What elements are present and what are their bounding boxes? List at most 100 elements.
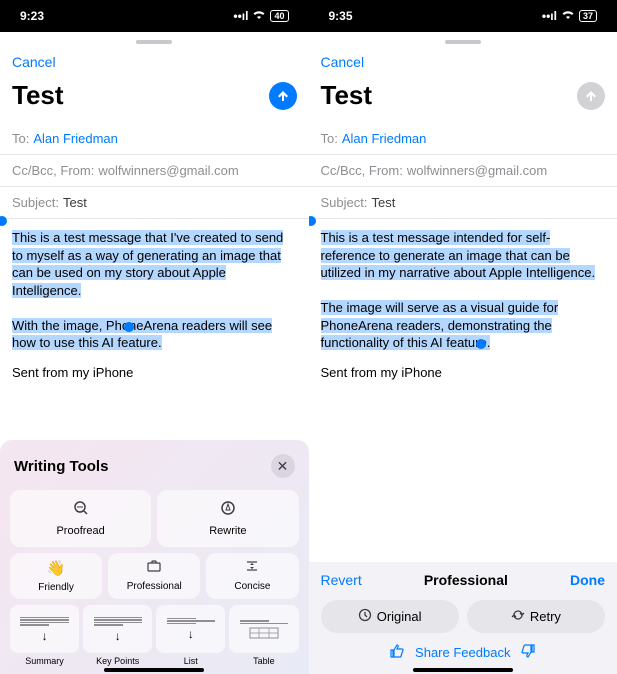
status-bar: 9:35 ••ıl 37 xyxy=(309,0,617,32)
selection-handle-end[interactable] xyxy=(124,322,134,332)
close-icon: ✕ xyxy=(277,458,289,475)
subject-label: Subject: xyxy=(321,195,368,210)
summary-label: Summary xyxy=(25,656,64,666)
original-label: Original xyxy=(377,609,422,624)
keypoints-label: Key Points xyxy=(96,656,139,666)
phone-left: 9:23 ••ıl 40 Cancel Test To: Alan Friedm… xyxy=(0,0,309,674)
selection-handle-start[interactable] xyxy=(309,216,316,226)
keypoints-button[interactable]: ↓ Key Points xyxy=(83,605,152,666)
table-icon xyxy=(249,627,279,639)
selected-paragraph-1[interactable]: This is a test message that I've created… xyxy=(12,230,283,298)
arrow-down-icon: ↓ xyxy=(115,629,121,643)
friendly-label: Friendly xyxy=(38,582,74,593)
cc-label: Cc/Bcc, From: xyxy=(12,163,94,178)
compose-body[interactable]: This is a test message intended for self… xyxy=(309,219,617,387)
cc-label: Cc/Bcc, From: xyxy=(321,163,403,178)
to-field[interactable]: To: Alan Friedman xyxy=(0,123,309,155)
table-button[interactable]: Table xyxy=(229,605,298,666)
done-button[interactable]: Done xyxy=(570,572,605,588)
friendly-button[interactable]: 👋 Friendly xyxy=(10,553,102,599)
concise-label: Concise xyxy=(234,581,270,592)
signature: Sent from my iPhone xyxy=(12,364,297,382)
selected-paragraph-1[interactable]: This is a test message intended for self… xyxy=(321,230,596,280)
cancel-button[interactable]: Cancel xyxy=(12,54,56,70)
status-time: 9:23 xyxy=(20,9,44,23)
cc-value: wolfwinners@gmail.com xyxy=(98,163,238,178)
subject-value: Test xyxy=(371,195,395,210)
summary-button[interactable]: ↓ Summary xyxy=(10,605,79,666)
thumbs-down-icon xyxy=(520,643,536,659)
sheet: Cancel Test xyxy=(309,32,617,123)
sheet-grabber[interactable] xyxy=(445,40,481,44)
writing-tools-panel: Writing Tools ✕ Proofread Rewrite 👋 xyxy=(0,440,309,674)
briefcase-icon xyxy=(147,559,161,576)
clock-icon xyxy=(358,608,372,625)
subject-field[interactable]: Subject: Test xyxy=(309,187,617,219)
wave-icon: 👋 xyxy=(47,559,66,577)
subject-field[interactable]: Subject: Test xyxy=(0,187,309,219)
selected-paragraph-2[interactable]: The image will serve as a visual guide f… xyxy=(321,300,559,350)
original-button[interactable]: Original xyxy=(321,600,459,633)
arrow-down-icon: ↓ xyxy=(188,627,194,641)
proofread-button[interactable]: Proofread xyxy=(10,490,151,547)
status-right: ••ıl 40 xyxy=(233,9,288,23)
compress-icon xyxy=(245,559,259,576)
battery-icon: 37 xyxy=(579,10,597,22)
to-value: Alan Friedman xyxy=(33,131,118,146)
cc-value: wolfwinners@gmail.com xyxy=(407,163,547,178)
magnify-icon xyxy=(73,500,89,520)
compass-icon xyxy=(220,500,236,520)
professional-button[interactable]: Professional xyxy=(108,553,200,599)
revert-button[interactable]: Revert xyxy=(321,572,362,588)
status-bar: 9:23 ••ıl 40 xyxy=(0,0,309,32)
signal-icon: ••ıl xyxy=(233,9,248,23)
home-indicator[interactable] xyxy=(104,668,204,672)
wifi-icon xyxy=(252,9,266,23)
thumbs-up-icon xyxy=(389,643,405,659)
writing-tools-title: Writing Tools xyxy=(14,458,108,475)
proofread-label: Proofread xyxy=(56,525,104,537)
home-indicator[interactable] xyxy=(413,668,513,672)
status-time: 9:35 xyxy=(329,9,353,23)
selection-handle-start[interactable] xyxy=(0,216,7,226)
result-mode-label: Professional xyxy=(424,572,508,588)
arrow-up-icon xyxy=(584,89,598,103)
compose-title: Test xyxy=(321,80,373,111)
wifi-icon xyxy=(561,9,575,23)
compose-title: Test xyxy=(12,80,64,111)
rewrite-button[interactable]: Rewrite xyxy=(157,490,298,547)
signature: Sent from my iPhone xyxy=(321,364,606,382)
to-label: To: xyxy=(321,131,338,146)
rewrite-label: Rewrite xyxy=(209,525,246,537)
concise-button[interactable]: Concise xyxy=(206,553,298,599)
send-button[interactable] xyxy=(269,82,297,110)
send-button[interactable] xyxy=(577,82,605,110)
status-right: ••ıl 37 xyxy=(542,9,597,23)
share-feedback-button[interactable]: Share Feedback xyxy=(415,645,510,660)
arrow-down-icon: ↓ xyxy=(42,629,48,643)
phone-right: 9:35 ••ıl 37 Cancel Test To: Alan Friedm… xyxy=(309,0,617,674)
compose-body[interactable]: This is a test message that I've created… xyxy=(0,219,309,387)
cancel-button[interactable]: Cancel xyxy=(321,54,365,70)
close-button[interactable]: ✕ xyxy=(271,454,295,478)
retry-label: Retry xyxy=(530,609,561,624)
list-label: List xyxy=(184,656,198,666)
selected-paragraph-2[interactable]: With the image, PhoneArena readers will … xyxy=(12,318,272,351)
to-field[interactable]: To: Alan Friedman xyxy=(309,123,617,155)
selection-handle-end[interactable] xyxy=(476,339,486,349)
signal-icon: ••ıl xyxy=(542,9,557,23)
subject-value: Test xyxy=(63,195,87,210)
thumbs-down-button[interactable] xyxy=(520,643,536,662)
cc-field[interactable]: Cc/Bcc, From: wolfwinners@gmail.com xyxy=(0,155,309,187)
thumbs-up-button[interactable] xyxy=(389,643,405,662)
result-panel: Revert Professional Done Original Retry xyxy=(309,562,617,674)
sheet-grabber[interactable] xyxy=(136,40,172,44)
list-button[interactable]: ↓ List xyxy=(156,605,225,666)
retry-button[interactable]: Retry xyxy=(467,600,605,633)
cc-field[interactable]: Cc/Bcc, From: wolfwinners@gmail.com xyxy=(309,155,617,187)
professional-label: Professional xyxy=(127,581,182,592)
refresh-icon xyxy=(511,608,525,625)
to-value: Alan Friedman xyxy=(342,131,427,146)
subject-label: Subject: xyxy=(12,195,59,210)
table-label: Table xyxy=(253,656,275,666)
